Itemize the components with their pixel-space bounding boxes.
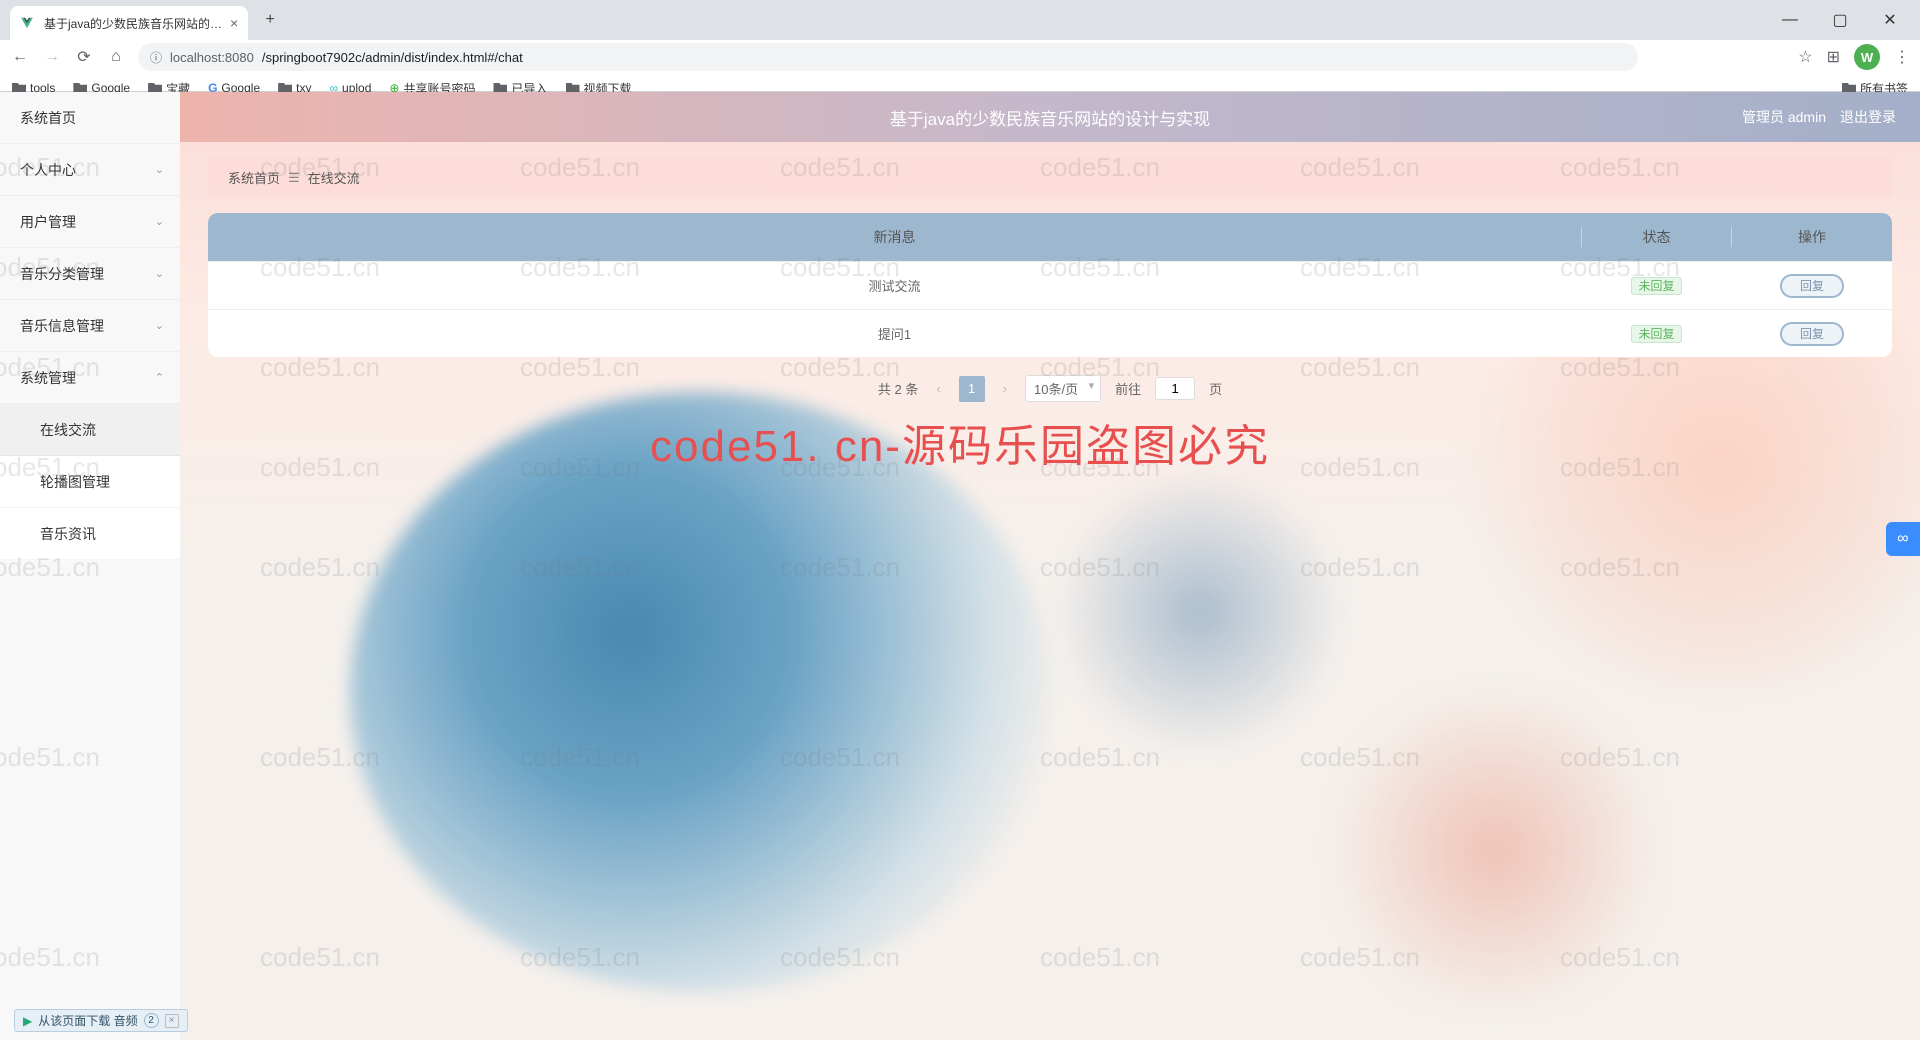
breadcrumb: 系统首页 ☰ 在线交流 <box>208 156 1892 199</box>
app-header: 基于java的少数民族音乐网站的设计与实现 管理员 admin 退出登录 <box>180 92 1920 142</box>
reply-button[interactable]: 回复 <box>1780 322 1844 346</box>
page-title: 基于java的少数民族音乐网站的设计与实现 <box>890 105 1210 130</box>
sidebar-item-chat[interactable]: 在线交流 <box>0 404 180 456</box>
logout-button[interactable]: 退出登录 <box>1840 107 1896 127</box>
pagination-total: 共 2 条 <box>878 379 918 398</box>
minimize-button[interactable]: — <box>1768 5 1812 35</box>
sidebar-item-home[interactable]: 系统首页 <box>0 92 180 144</box>
play-icon: ▶ <box>23 1014 32 1028</box>
tab-bar: 基于java的少数民族音乐网站的… × + — ▢ ✕ <box>0 0 1920 40</box>
cell-message: 测试交流 <box>208 276 1582 295</box>
next-page-button[interactable]: › <box>999 381 1011 396</box>
status-count: 2 <box>144 1013 159 1028</box>
status-badge: 未回复 <box>1631 277 1681 295</box>
goto-suffix: 页 <box>1209 379 1222 398</box>
table-row: 测试交流 未回复 回复 <box>208 261 1892 309</box>
maximize-button[interactable]: ▢ <box>1818 5 1862 35</box>
cell-status: 未回复 <box>1582 325 1732 342</box>
new-tab-button[interactable]: + <box>256 6 284 34</box>
user-role[interactable]: 管理员 admin <box>1742 107 1826 127</box>
table-header: 新消息 状态 操作 <box>208 213 1892 261</box>
goto-page-input[interactable] <box>1155 377 1195 400</box>
chevron-up-icon: ⌃ <box>155 371 164 384</box>
sidebar-item-system[interactable]: 系统管理⌃ <box>0 352 180 404</box>
sidebar-item-profile[interactable]: 个人中心⌄ <box>0 144 180 196</box>
prev-page-button[interactable]: ‹ <box>932 381 944 396</box>
sidebar-item-music-category[interactable]: 音乐分类管理⌄ <box>0 248 180 300</box>
status-badge: 未回复 <box>1631 325 1681 343</box>
browser-tab[interactable]: 基于java的少数民族音乐网站的… × <box>10 6 248 40</box>
reply-button[interactable]: 回复 <box>1780 274 1844 298</box>
sidebar-item-music-info[interactable]: 音乐信息管理⌄ <box>0 300 180 352</box>
sidebar-item-users[interactable]: 用户管理⌄ <box>0 196 180 248</box>
chevron-down-icon: ⌄ <box>155 267 164 280</box>
main-content: 基于java的少数民族音乐网站的设计与实现 管理员 admin 退出登录 系统首… <box>180 92 1920 1040</box>
col-header-message[interactable]: 新消息 <box>208 227 1582 247</box>
table-row: 提问1 未回复 回复 <box>208 309 1892 357</box>
breadcrumb-separator: ☰ <box>288 170 300 186</box>
vue-icon <box>20 15 36 31</box>
back-icon[interactable]: ← <box>10 48 30 66</box>
home-icon[interactable]: ⌂ <box>106 48 126 66</box>
page-number[interactable]: 1 <box>959 376 985 402</box>
forward-icon[interactable]: → <box>42 48 62 66</box>
avatar[interactable]: W <box>1854 44 1880 70</box>
col-header-status[interactable]: 状态 <box>1582 227 1732 247</box>
helper-widget[interactable]: ∞ <box>1886 522 1920 556</box>
cell-message: 提问1 <box>208 324 1582 343</box>
cell-status: 未回复 <box>1582 277 1732 294</box>
cell-action: 回复 <box>1732 277 1892 294</box>
breadcrumb-current: 在线交流 <box>308 168 360 187</box>
page-size-select[interactable]: 10条/页 <box>1025 375 1101 402</box>
close-icon[interactable]: × <box>230 15 238 31</box>
reload-icon[interactable]: ⟳ <box>74 47 94 67</box>
download-status[interactable]: ▶ 从该页面下载 音频 2 × <box>14 1009 188 1032</box>
chevron-down-icon: ⌄ <box>155 163 164 176</box>
star-icon[interactable]: ☆ <box>1798 47 1812 67</box>
goto-label: 前往 <box>1115 379 1141 398</box>
pagination: 共 2 条 ‹ 1 › 10条/页 前往 页 <box>180 375 1920 402</box>
menu-icon[interactable]: ⋮ <box>1894 47 1910 67</box>
sidebar-item-carousel[interactable]: 轮播图管理 <box>0 456 180 508</box>
url-path: /springboot7902c/admin/dist/index.html#/… <box>262 50 523 65</box>
browser-chrome: 基于java的少数民族音乐网站的… × + — ▢ ✕ ← → ⟳ ⌂ ⓘ lo… <box>0 0 1920 92</box>
url-input[interactable]: ⓘ localhost:8080/springboot7902c/admin/d… <box>138 43 1638 71</box>
close-icon[interactable]: × <box>165 1014 179 1028</box>
sidebar: 系统首页 个人中心⌄ 用户管理⌄ 音乐分类管理⌄ 音乐信息管理⌄ 系统管理⌃ 在… <box>0 92 180 1040</box>
col-header-action: 操作 <box>1732 227 1892 247</box>
cell-action: 回复 <box>1732 325 1892 342</box>
breadcrumb-home[interactable]: 系统首页 <box>228 168 280 187</box>
data-table: 新消息 状态 操作 测试交流 未回复 回复 提问1 未回复 回复 <box>208 213 1892 357</box>
tab-title: 基于java的少数民族音乐网站的… <box>44 15 222 32</box>
extensions-icon[interactable]: ⊞ <box>1827 47 1840 67</box>
site-info-icon[interactable]: ⓘ <box>150 49 162 66</box>
chevron-down-icon: ⌄ <box>155 319 164 332</box>
sidebar-item-news[interactable]: 音乐资讯 <box>0 508 180 560</box>
address-bar: ← → ⟳ ⌂ ⓘ localhost:8080/springboot7902c… <box>0 40 1920 74</box>
status-text: 从该页面下载 音频 <box>38 1012 137 1029</box>
window-controls: — ▢ ✕ <box>1768 5 1920 35</box>
chevron-down-icon: ⌄ <box>155 215 164 228</box>
link-icon: ∞ <box>1897 530 1908 548</box>
url-host: localhost:8080 <box>170 50 254 65</box>
close-window-button[interactable]: ✕ <box>1868 5 1912 35</box>
